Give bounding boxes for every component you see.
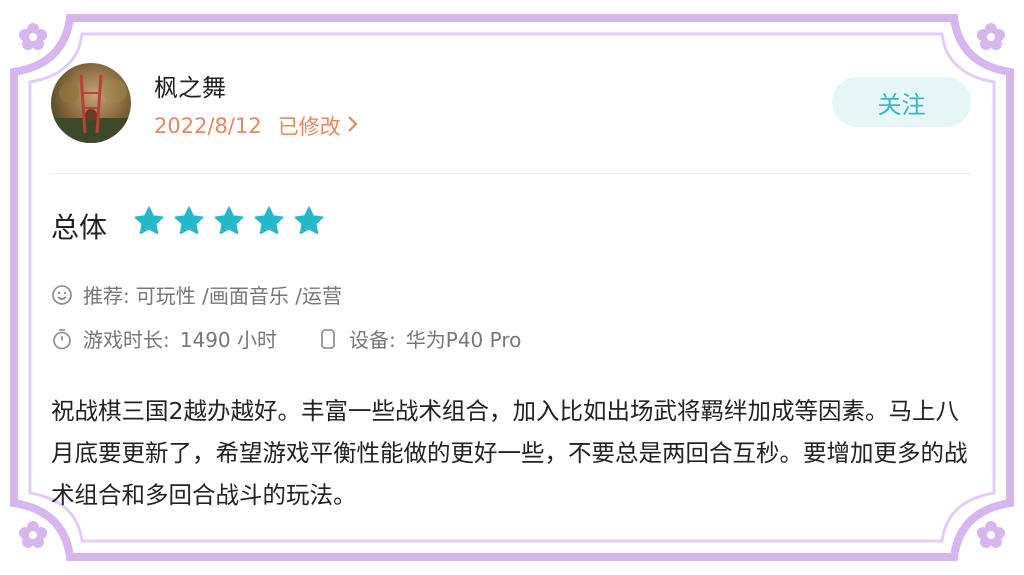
flower-icon — [18, 520, 48, 550]
edited-link[interactable]: 已修改 — [278, 111, 360, 141]
review-text: 祝战棋三国2越办越好。丰富一些战术组合，加入比如出场武将羁绊加成等因素。马上八月… — [51, 397, 968, 509]
overall-rating-label: 总体 — [51, 211, 108, 244]
flower-icon — [18, 22, 48, 52]
star-rating — [133, 205, 325, 237]
star-icon — [214, 206, 244, 235]
stopwatch-icon — [53, 328, 71, 349]
recommend-prefix: 推荐: — [83, 284, 130, 308]
smile-icon — [52, 284, 72, 305]
star-icon — [294, 206, 324, 235]
post-meta: 2022/8/12 已修改 — [154, 111, 359, 141]
divider — [51, 173, 971, 174]
post-date: 2022/8/12 — [154, 114, 262, 138]
device-label: 设备: — [349, 328, 396, 352]
flower-icon — [976, 520, 1006, 550]
play-info-row: 游戏时长: 1490 小时 设备: 华为P40 Pro — [51, 324, 521, 353]
phone-icon — [321, 328, 335, 349]
star-icon — [174, 206, 204, 235]
star-icon — [134, 206, 164, 235]
edited-label: 已修改 — [277, 115, 341, 139]
playtime-label: 游戏时长: — [83, 328, 170, 352]
device-value: 华为P40 Pro — [405, 328, 522, 352]
playtime-value: 1490 小时 — [179, 328, 278, 352]
recommend-tags: 可玩性 /画面音乐 /运营 — [135, 284, 342, 308]
chevron-right-icon — [347, 115, 359, 138]
star-icon — [254, 206, 284, 235]
review-card: 枫之舞 2022/8/12 已修改 关注 总体 推荐: 可玩性 /画面音乐 /运… — [51, 46, 971, 518]
follow-button[interactable]: 关注 — [832, 77, 971, 127]
avatar-image — [51, 74, 131, 143]
recommend-row: 推荐: 可玩性 /画面音乐 /运营 — [51, 280, 342, 309]
avatar[interactable] — [51, 63, 131, 143]
username[interactable]: 枫之舞 — [154, 68, 226, 103]
flower-icon — [976, 22, 1006, 52]
